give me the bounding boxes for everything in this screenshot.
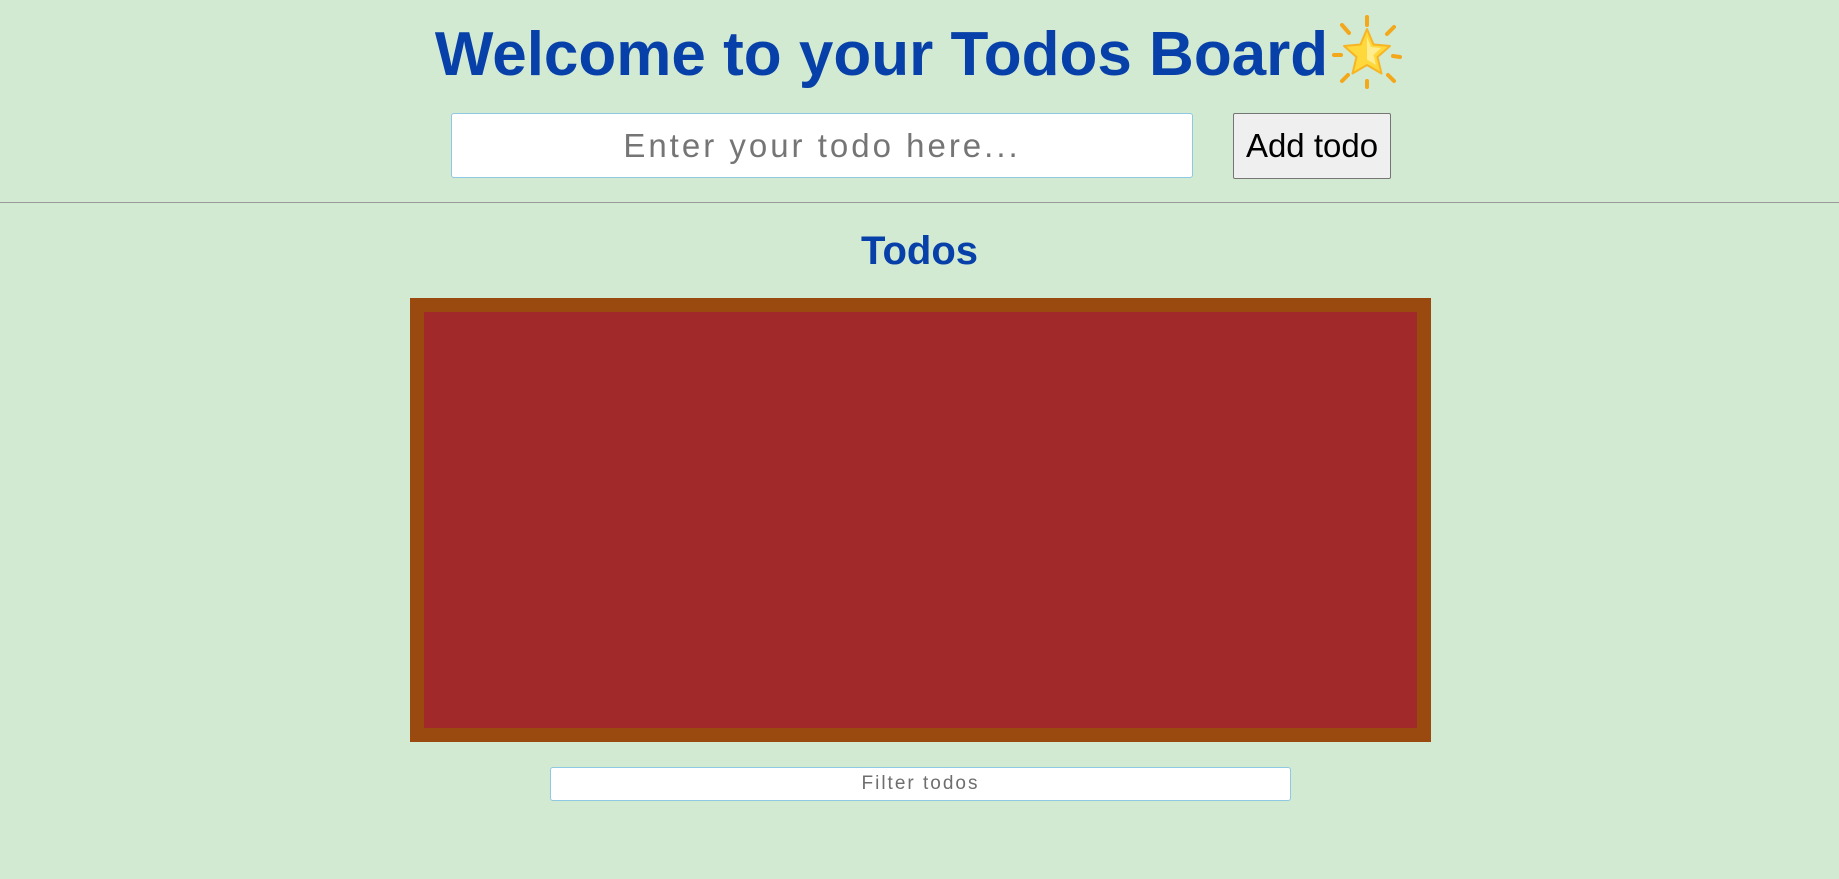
todos-board [410,298,1431,742]
todos-page: Welcome to your Todos Board Add todo Tod… [0,0,1839,879]
page-title-text: Welcome to your Todos Board [434,20,1329,89]
add-todo-button[interactable]: Add todo [1233,113,1391,179]
todo-input[interactable] [451,113,1193,178]
glowing-star-icon [1330,15,1404,89]
todos-section-title: Todos [860,229,978,273]
header-divider [0,202,1839,203]
filter-input[interactable] [550,767,1291,801]
page-title: Welcome to your Todos Board [0,14,1839,96]
